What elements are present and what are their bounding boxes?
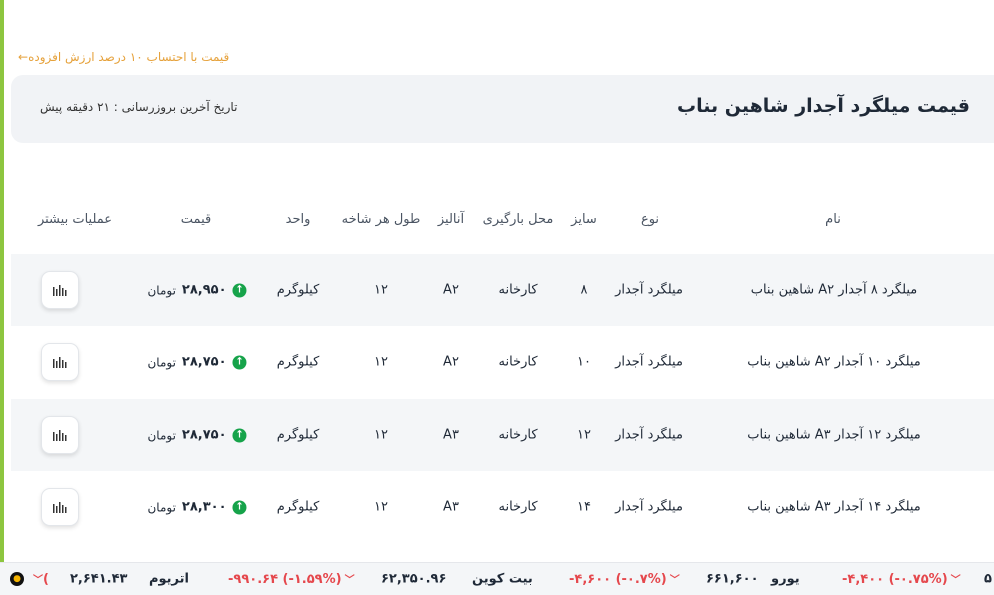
ticker-btc-label: بیت کوین <box>472 571 533 587</box>
cell-name: میلگرد ۱۴ آجدار A۳ شاهین بناب <box>747 499 921 515</box>
cell-length: ۱۲ <box>374 354 388 370</box>
cell-unit: کیلوگرم <box>276 427 320 443</box>
ticker-partial-value: ۵ <box>984 571 992 587</box>
cell-analysis: A۳ <box>443 427 459 443</box>
cell-price: تومان ۲۸,۷۵۰ ↑ <box>147 354 247 370</box>
column-header-size: سایز <box>571 212 597 227</box>
header-card: قیمت میلگرد آجدار شاهین بناب تاریخ آخرین… <box>11 75 994 143</box>
cell-type: میلگرد آجدار <box>615 427 683 443</box>
ticker-partial-change: ﹀( <box>33 572 49 587</box>
cell-size: ۱۰ <box>577 354 591 370</box>
column-header-name: نام <box>825 212 841 227</box>
currency-label: تومان <box>147 428 176 442</box>
table-row: میلگرد ۱۲ آجدار A۳ شاهین بناب میلگرد آجد… <box>11 399 994 471</box>
column-header-more: عملیات بیشتر <box>37 212 113 227</box>
cell-location: کارخانه <box>498 282 538 298</box>
price-value: ۲۸,۹۵۰ <box>181 282 227 298</box>
currency-label: تومان <box>147 500 176 514</box>
ticker-ethereum-label: اتریوم <box>149 571 189 587</box>
cell-name: میلگرد ۱۲ آجدار A۳ شاهین بناب <box>747 427 921 443</box>
arrow-left-icon: ← <box>18 50 29 64</box>
chart-button[interactable] <box>41 271 79 309</box>
cell-type: میلگرد آجدار <box>615 499 683 515</box>
page-title: قیمت میلگرد آجدار شاهین بناب <box>677 95 970 117</box>
bar-chart-icon <box>53 357 67 368</box>
chevron-down-icon: ﹀ <box>669 575 680 586</box>
column-header-unit: واحد <box>285 212 311 227</box>
cell-unit: کیلوگرم <box>276 282 320 298</box>
left-accent-bar <box>0 0 4 594</box>
column-header-length: طول هر شاخه <box>341 212 421 227</box>
table-row: میلگرد ۸ آجدار A۲ شاهین بناب میلگرد آجدا… <box>11 254 994 326</box>
cell-price: تومان ۲۸,۹۵۰ ↑ <box>147 282 247 298</box>
ticker-euro-change: -۴,۶۰۰ (-۰.۷%) ﹀ <box>569 572 680 587</box>
coin-icon: ● <box>10 572 24 586</box>
cell-analysis: A۳ <box>443 499 459 515</box>
cell-unit: کیلوگرم <box>276 499 320 515</box>
chevron-down-icon: ﹀ <box>950 575 961 586</box>
column-header-location: محل بارگیری <box>482 212 554 227</box>
up-arrow-circle-icon: ↑ <box>232 428 247 442</box>
ticker-euro-price: ۶۶۱,۶۰۰ <box>706 571 759 587</box>
ticker-btc-change: -۹۹۰.۶۴ (-۱.۵۹%) ﹀ <box>228 572 355 587</box>
ticker-euro-label: یورو <box>771 571 800 587</box>
cell-length: ۱۲ <box>374 427 388 443</box>
currency-label: تومان <box>147 355 176 369</box>
cell-size: ۸ <box>580 282 588 298</box>
price-value: ۲۸,۷۵۰ <box>181 354 227 370</box>
column-header-analysis: آنالیز <box>437 212 465 227</box>
chart-button[interactable] <box>41 416 79 454</box>
chart-button[interactable] <box>41 343 79 381</box>
cell-length: ۱۲ <box>374 282 388 298</box>
cell-unit: کیلوگرم <box>276 354 320 370</box>
table-row: میلگرد ۱۴ آجدار A۳ شاهین بناب میلگرد آجد… <box>11 471 994 543</box>
cell-analysis: A۲ <box>443 282 459 298</box>
cell-name: میلگرد ۸ آجدار A۲ شاهین بناب <box>750 282 918 298</box>
vat-price-link[interactable]: قیمت با احتساب ۱۰ درصد ارزش افزوده← <box>16 50 229 64</box>
vat-link-label: قیمت با احتساب ۱۰ درصد ارزش افزوده <box>28 50 230 64</box>
ticker-btc-price: ۶۲,۳۵۰.۹۶ <box>381 571 447 587</box>
up-arrow-circle-icon: ↑ <box>232 355 247 369</box>
bar-chart-icon <box>53 430 67 441</box>
table-row: میلگرد ۱۰ آجدار A۲ شاهین بناب میلگرد آجد… <box>11 326 994 398</box>
bar-chart-icon <box>53 285 67 296</box>
up-arrow-circle-icon: ↑ <box>232 283 247 297</box>
cell-size: ۱۲ <box>577 427 591 443</box>
price-value: ۲۸,۳۰۰ <box>181 499 227 515</box>
chevron-down-icon: ﹀ <box>344 575 355 586</box>
cell-type: میلگرد آجدار <box>615 354 683 370</box>
cell-name: میلگرد ۱۰ آجدار A۲ شاهین بناب <box>747 354 921 370</box>
cell-location: کارخانه <box>498 427 538 443</box>
bar-chart-icon <box>53 502 67 513</box>
price-ticker: ● ﹀( ۲,۶۴۱.۴۳ اتریوم -۹۹۰.۶۴ (-۱.۵۹%) ﹀ ۶… <box>0 562 994 595</box>
up-arrow-circle-icon: ↑ <box>232 500 247 514</box>
cell-length: ۱۲ <box>374 499 388 515</box>
column-header-price: قیمت <box>180 212 212 227</box>
cell-type: میلگرد آجدار <box>615 282 683 298</box>
ticker-prev-change: -۴,۴۰۰ (-۰.۷۵%) ﹀ <box>842 572 961 587</box>
cell-price: تومان ۲۸,۳۰۰ ↑ <box>147 499 247 515</box>
ticker-ethereum-price: ۲,۶۴۱.۴۳ <box>70 571 128 587</box>
chevron-down-icon: ﹀ <box>33 575 43 586</box>
cell-location: کارخانه <box>498 354 538 370</box>
currency-label: تومان <box>147 283 176 297</box>
column-header-type: نوع <box>640 212 660 227</box>
cell-size: ۱۴ <box>577 499 591 515</box>
cell-location: کارخانه <box>498 499 538 515</box>
last-update-text: تاریخ آخرین بروزرسانی : ۲۱ دقیقه پیش <box>40 100 238 114</box>
cell-price: تومان ۲۸,۷۵۰ ↑ <box>147 427 247 443</box>
price-value: ۲۸,۷۵۰ <box>181 427 227 443</box>
cell-analysis: A۲ <box>443 354 459 370</box>
chart-button[interactable] <box>41 488 79 526</box>
